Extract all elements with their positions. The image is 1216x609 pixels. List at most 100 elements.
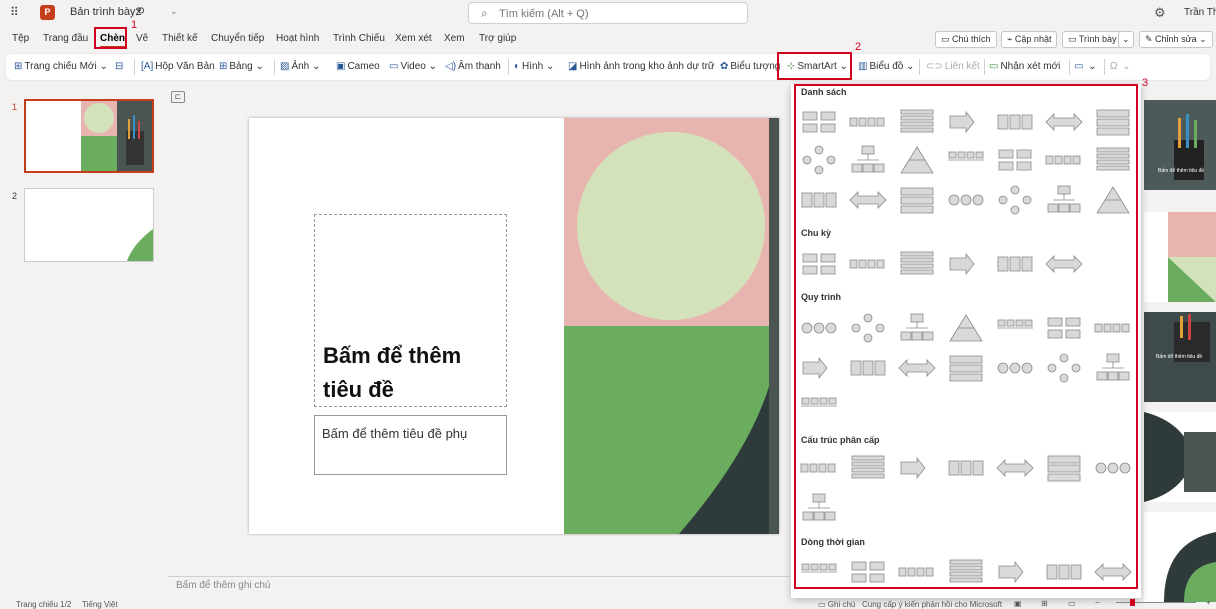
design-idea-3-preview: Bấm để thêm tiêu đề: [1144, 312, 1216, 402]
new-comment-label: Nhận xét mới: [1000, 61, 1061, 72]
shapes-button[interactable]: ◐ Hình ⌄: [514, 59, 554, 75]
comments-label: Chú thích: [952, 34, 991, 44]
sorter-view-icon[interactable]: ⊞: [1041, 599, 1048, 608]
chevron-down-icon[interactable]: ⌄: [170, 6, 178, 17]
audio-button[interactable]: ◁) Âm thanh: [445, 59, 501, 75]
reading-view-icon[interactable]: ▭: [1068, 599, 1076, 608]
new-slide-button[interactable]: ⊞ Trang chiếu Mới ⌄: [14, 59, 108, 75]
title-placeholder-text: Bấm để thêm tiêu đề: [323, 343, 462, 402]
slide-number: 2: [12, 191, 18, 201]
chart-label: Biểu đồ: [869, 61, 904, 72]
link-label: Liên kết: [944, 61, 980, 72]
table-button[interactable]: ⊞ Bảng ⌄: [219, 59, 264, 75]
title-placeholder[interactable]: Bấm để thêm tiêu đề: [314, 214, 507, 407]
design-idea-3[interactable]: Bấm để thêm tiêu đề: [1144, 312, 1216, 402]
pictures-button[interactable]: ▨ Ảnh ⌄: [280, 59, 320, 75]
design-idea-4-preview: [1144, 412, 1216, 502]
separator: [134, 59, 135, 75]
video-button[interactable]: ▭ Video ⌄: [389, 59, 437, 75]
separator: [1104, 59, 1105, 75]
textbox-button[interactable]: [A] Hộp Văn Bản: [141, 59, 215, 75]
reuse-slides-button[interactable]: ⊟: [115, 59, 125, 75]
normal-view-icon[interactable]: ▣: [1014, 599, 1022, 608]
stock-image-icon: ◪: [568, 61, 578, 72]
zoom-slider-thumb[interactable]: [1130, 599, 1135, 606]
reuse-slides-icon: ⊟: [115, 61, 124, 72]
separator: [508, 59, 509, 75]
zoom-slider[interactable]: [1116, 602, 1196, 603]
separator: [919, 59, 920, 75]
audio-label: Âm thanh: [458, 61, 501, 72]
cameo-icon: ▣: [336, 61, 346, 72]
design-idea-2-preview: [1144, 212, 1216, 302]
design-idea-1-preview: Bấm để thêm tiêu đề: [1144, 100, 1216, 190]
comment-icon: ▭: [989, 61, 999, 72]
separator: [1069, 59, 1070, 75]
document-title[interactable]: Bản trình bày2: [70, 6, 142, 18]
speaker-icon: ◁): [445, 61, 457, 72]
slide-thumbnails-pane: 1 2: [0, 82, 168, 602]
omega-icon: Ω: [1110, 61, 1118, 72]
powerpoint-logo-icon: P: [40, 5, 55, 20]
design-ideas-strip: Bấm để thêm tiêu đề Bấm để thêm tiêu đề: [1138, 100, 1216, 602]
search-input[interactable]: [499, 6, 739, 21]
present-button[interactable]: ▭ Trình bày: [1062, 31, 1123, 48]
status-bar: Trang chiếu 1/2 Tiếng Việt ▭ Ghi chú Cun…: [0, 598, 1216, 609]
link-button[interactable]: ⊂⊃ Liên kết: [926, 59, 980, 75]
current-slide[interactable]: Bấm để thêm tiêu đề Bấm để thêm tiêu đề …: [249, 118, 779, 534]
stock-images-label: Hình ảnh trong kho ảnh dự trữ: [579, 61, 715, 72]
highlight-smartart-button: [777, 52, 852, 80]
language-indicator[interactable]: Tiếng Việt: [82, 600, 118, 609]
annotation-3: 3: [1142, 77, 1149, 89]
new-comment-button[interactable]: ▭ Nhận xét mới: [989, 59, 1060, 75]
ribbon: ⊞ Trang chiếu Mới ⌄ ⊟ [A] Hộp Văn Bản ⊞ Bản…: [6, 54, 1210, 80]
icons-button[interactable]: ✿ Biểu tượng: [720, 59, 780, 75]
shapes-icon: ◐: [514, 61, 521, 72]
gear-icon[interactable]: ⚙: [1154, 5, 1166, 21]
app-launcher-icon[interactable]: ⠿: [10, 6, 22, 18]
subtitle-placeholder[interactable]: Bấm để thêm tiêu đề phụ: [314, 415, 507, 475]
comments-button[interactable]: ▭ Chú thích: [935, 31, 997, 48]
editing-button[interactable]: ✎ Chỉnh sửa ⌄: [1139, 31, 1213, 48]
notes-toggle[interactable]: ▭ Ghi chú: [818, 600, 855, 609]
slide-count: Trang chiếu 1/2: [16, 600, 72, 609]
zoom-out-icon[interactable]: −: [1095, 598, 1100, 607]
user-name[interactable]: Trần Thị: [1184, 7, 1216, 18]
header-footer-button[interactable]: ▭ ⌄: [1074, 59, 1097, 75]
notes-pane[interactable]: Bấm để thêm ghi chú: [168, 576, 790, 594]
new-slide-label: Trang chiếu Mới: [24, 61, 97, 72]
annotation-2: 2: [855, 41, 862, 53]
icons-label: Biểu tượng: [730, 61, 781, 72]
slide-thumbnail-1[interactable]: [24, 99, 154, 173]
link-icon: ⊂⊃: [926, 61, 943, 72]
cameo-button[interactable]: ▣ Cameo: [336, 59, 380, 75]
picture-icon: ▨: [280, 61, 290, 72]
search-icon: ⌕: [481, 6, 488, 20]
catch-up-label: Cập nhật: [1014, 34, 1052, 44]
highlight-smartart-gallery: [794, 84, 1138, 589]
title-bar: ⠿ P Bản trình bày2 ⟲ ⌄ ⌕ ⚙ Trần Thị: [0, 0, 1216, 26]
header-footer-icon: ▭: [1074, 61, 1084, 72]
symbol-button[interactable]: Ω ⌄: [1110, 59, 1131, 75]
separator: [984, 59, 985, 75]
textbox-label: Hộp Văn Bản: [155, 61, 215, 72]
icons-icon: ✿: [720, 61, 729, 72]
feedback-link[interactable]: Cung cấp ý kiến phản hồi cho Microsoft: [862, 600, 1002, 609]
panel-toggle-icon[interactable]: ⊏: [171, 91, 185, 103]
zoom-in-icon[interactable]: +: [1206, 598, 1211, 607]
present-dropdown[interactable]: ⌄: [1118, 31, 1134, 48]
saved-status-icon: ⟲: [136, 6, 145, 17]
stock-images-button[interactable]: ◪ Hình ảnh trong kho ảnh dự trữ: [568, 59, 715, 75]
design-idea-5[interactable]: [1144, 512, 1216, 602]
catch-up-button[interactable]: ⌁ Cập nhật: [1001, 31, 1058, 48]
design-idea-1-title: Bấm để thêm tiêu đề: [1158, 167, 1204, 174]
design-idea-1[interactable]: Bấm để thêm tiêu đề: [1144, 100, 1216, 190]
new-slide-icon: ⊞: [14, 61, 23, 72]
design-idea-2[interactable]: [1144, 212, 1216, 302]
design-idea-4[interactable]: [1144, 412, 1216, 502]
chart-button[interactable]: ▥ Biểu đồ ⌄: [858, 59, 915, 75]
notes-placeholder: Bấm để thêm ghi chú: [176, 580, 271, 591]
video-icon: ▭: [389, 61, 399, 72]
search-box[interactable]: ⌕: [468, 2, 748, 24]
slide-thumbnail-2[interactable]: [24, 188, 154, 262]
